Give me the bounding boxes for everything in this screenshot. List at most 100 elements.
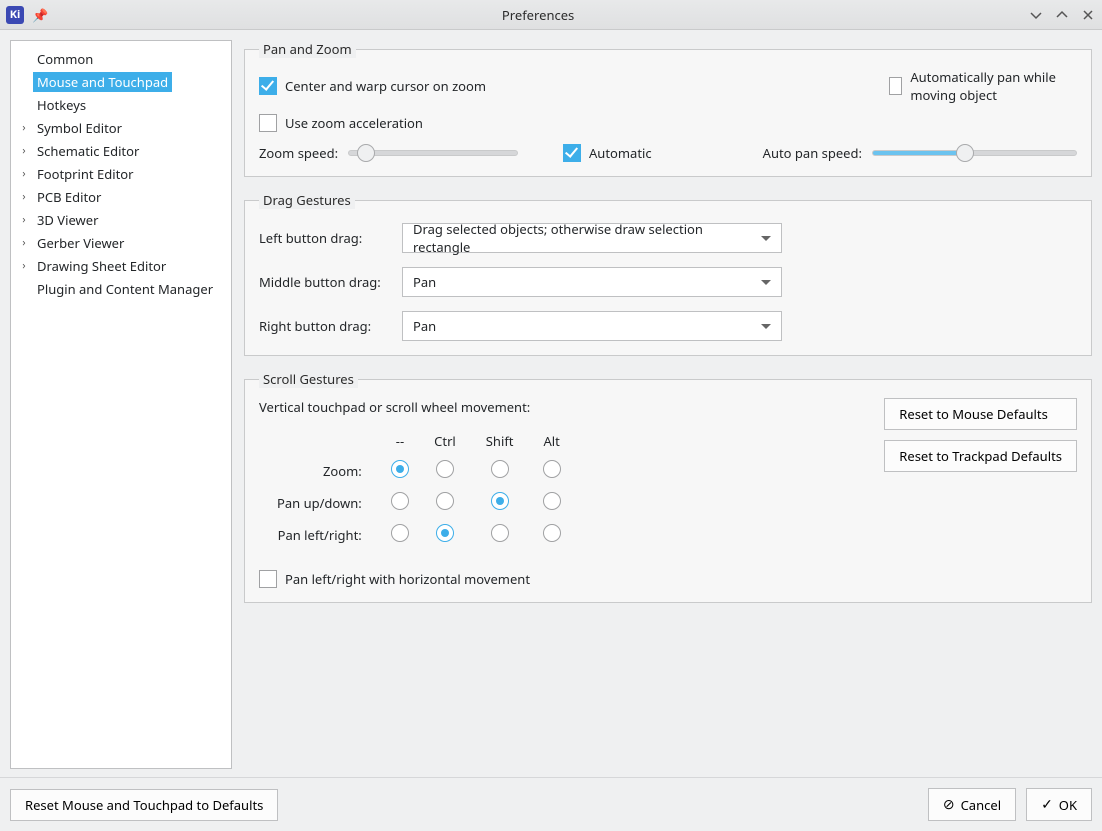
scroll-legend: Scroll Gestures bbox=[259, 370, 358, 388]
zoom-accel-input[interactable] bbox=[259, 114, 277, 132]
scroll-col-header: Alt bbox=[538, 432, 566, 450]
pan-lr-horiz-input[interactable] bbox=[259, 570, 277, 588]
middle-drag-combo[interactable]: Pan bbox=[402, 267, 782, 297]
tree-item-symbol-editor[interactable]: ›Symbol Editor bbox=[11, 116, 231, 139]
chevron-right-icon[interactable]: › bbox=[15, 212, 33, 227]
right-drag-combo[interactable]: Pan bbox=[402, 311, 782, 341]
maximize-icon[interactable] bbox=[1054, 7, 1070, 23]
tree-item-plugin-and-content-manager[interactable]: Plugin and Content Manager bbox=[11, 277, 231, 300]
automatic-label: Automatic bbox=[589, 144, 652, 162]
scroll-row-label: Zoom: bbox=[277, 460, 372, 482]
chevron-right-icon[interactable]: › bbox=[15, 189, 33, 204]
tree-item-label: Hotkeys bbox=[33, 95, 90, 115]
window-title: Preferences bbox=[54, 6, 1022, 24]
panzoom-group: Pan and Zoom Center and warp cursor on z… bbox=[244, 40, 1092, 177]
scroll-table: -- Ctrl Shift Alt Zoom: Pan up/down: Pan left/… bbox=[259, 422, 584, 556]
titlebar: Ki 📌 Preferences bbox=[0, 0, 1102, 30]
zoom-speed-label: Zoom speed: bbox=[259, 144, 338, 162]
tree-item-label: PCB Editor bbox=[33, 187, 105, 207]
app-icon: Ki bbox=[6, 6, 24, 24]
automatic-checkbox[interactable]: Automatic bbox=[563, 144, 652, 162]
auto-pan-move-checkbox[interactable]: Automatically pan while moving object bbox=[889, 68, 1077, 104]
zoom-accel-checkbox[interactable]: Use zoom acceleration bbox=[259, 114, 1077, 132]
automatic-input[interactable] bbox=[563, 144, 581, 162]
auto-pan-move-input[interactable] bbox=[889, 77, 902, 95]
pan-lr-horiz-label: Pan left/right with horizontal movement bbox=[285, 570, 530, 588]
tree-item-label: Schematic Editor bbox=[33, 141, 143, 161]
scroll-radio[interactable] bbox=[436, 460, 454, 478]
drag-legend: Drag Gestures bbox=[259, 191, 355, 209]
tree-item-label: Drawing Sheet Editor bbox=[33, 256, 170, 276]
scroll-radio[interactable] bbox=[543, 492, 561, 510]
tree-item-drawing-sheet-editor[interactable]: ›Drawing Sheet Editor bbox=[11, 254, 231, 277]
scroll-col-header: Ctrl bbox=[428, 432, 462, 450]
cancel-label: Cancel bbox=[961, 796, 1001, 814]
tree-item-hotkeys[interactable]: Hotkeys bbox=[11, 93, 231, 116]
scroll-row-label: Pan up/down: bbox=[277, 492, 372, 514]
tree-item-3d-viewer[interactable]: ›3D Viewer bbox=[11, 208, 231, 231]
close-icon[interactable] bbox=[1080, 7, 1096, 23]
left-drag-combo[interactable]: Drag selected objects; otherwise draw se… bbox=[402, 223, 782, 253]
auto-pan-move-label: Automatically pan while moving object bbox=[910, 68, 1077, 104]
scroll-radio[interactable] bbox=[391, 492, 409, 510]
ok-button[interactable]: OK bbox=[1026, 788, 1092, 821]
middle-drag-label: Middle button drag: bbox=[259, 273, 394, 291]
auto-pan-speed-slider[interactable] bbox=[872, 150, 1077, 156]
tree-item-pcb-editor[interactable]: ›PCB Editor bbox=[11, 185, 231, 208]
auto-pan-speed-label: Auto pan speed: bbox=[763, 144, 862, 162]
scroll-radio[interactable] bbox=[391, 524, 409, 542]
scroll-radio[interactable] bbox=[543, 524, 561, 542]
chevron-right-icon[interactable]: › bbox=[15, 258, 33, 273]
tree-item-common[interactable]: Common bbox=[11, 47, 231, 70]
scroll-radio[interactable] bbox=[491, 524, 509, 542]
pan-lr-horiz-checkbox[interactable]: Pan left/right with horizontal movement bbox=[259, 570, 584, 588]
dialog-footer: Reset Mouse and Touchpad to Defaults Can… bbox=[0, 777, 1102, 831]
preferences-tree[interactable]: CommonMouse and TouchpadHotkeys›Symbol E… bbox=[10, 40, 232, 769]
center-warp-input[interactable] bbox=[259, 77, 277, 95]
scroll-radio[interactable] bbox=[436, 524, 454, 542]
cancel-icon bbox=[943, 795, 955, 814]
reset-mouse-label: Reset to Mouse Defaults bbox=[899, 405, 1048, 423]
center-warp-checkbox[interactable]: Center and warp cursor on zoom bbox=[259, 68, 699, 104]
scroll-radio[interactable] bbox=[491, 492, 509, 510]
tree-item-label: Mouse and Touchpad bbox=[33, 72, 172, 92]
scroll-radio[interactable] bbox=[436, 492, 454, 510]
tree-item-mouse-and-touchpad[interactable]: Mouse and Touchpad bbox=[11, 70, 231, 93]
tree-item-label: 3D Viewer bbox=[33, 210, 102, 230]
minimize-icon[interactable] bbox=[1028, 7, 1044, 23]
reset-trackpad-button[interactable]: Reset to Trackpad Defaults bbox=[884, 440, 1077, 472]
chevron-right-icon[interactable]: › bbox=[15, 166, 33, 181]
chevron-right-icon[interactable]: › bbox=[15, 235, 33, 250]
middle-drag-value: Pan bbox=[413, 273, 436, 291]
chevron-right-icon[interactable]: › bbox=[15, 120, 33, 135]
tree-item-label: Plugin and Content Manager bbox=[33, 279, 217, 299]
reset-defaults-label: Reset Mouse and Touchpad to Defaults bbox=[25, 796, 263, 814]
ok-label: OK bbox=[1059, 796, 1077, 814]
zoom-speed-slider[interactable] bbox=[348, 150, 518, 156]
chevron-right-icon[interactable]: › bbox=[15, 143, 33, 158]
scroll-row-label: Pan left/right: bbox=[277, 524, 372, 546]
drag-group: Drag Gestures Left button drag: Drag sel… bbox=[244, 191, 1092, 356]
scroll-col-header: Shift bbox=[480, 432, 520, 450]
zoom-accel-label: Use zoom acceleration bbox=[285, 114, 423, 132]
tree-item-footprint-editor[interactable]: ›Footprint Editor bbox=[11, 162, 231, 185]
pin-icon[interactable]: 📌 bbox=[32, 6, 48, 24]
check-icon bbox=[1041, 795, 1053, 814]
left-drag-label: Left button drag: bbox=[259, 229, 394, 247]
scroll-group: Scroll Gestures Vertical touchpad or scr… bbox=[244, 370, 1092, 603]
scroll-radio[interactable] bbox=[491, 460, 509, 478]
reset-defaults-button[interactable]: Reset Mouse and Touchpad to Defaults bbox=[10, 789, 278, 821]
scroll-heading: Vertical touchpad or scroll wheel moveme… bbox=[259, 398, 584, 416]
tree-item-label: Gerber Viewer bbox=[33, 233, 128, 253]
tree-item-schematic-editor[interactable]: ›Schematic Editor bbox=[11, 139, 231, 162]
panzoom-legend: Pan and Zoom bbox=[259, 40, 356, 58]
scroll-radio[interactable] bbox=[391, 460, 409, 478]
scroll-radio[interactable] bbox=[543, 460, 561, 478]
right-drag-value: Pan bbox=[413, 317, 436, 335]
reset-mouse-button[interactable]: Reset to Mouse Defaults bbox=[884, 398, 1077, 430]
scroll-col-header: -- bbox=[390, 432, 410, 450]
center-warp-label: Center and warp cursor on zoom bbox=[285, 77, 486, 95]
tree-item-label: Symbol Editor bbox=[33, 118, 126, 138]
tree-item-gerber-viewer[interactable]: ›Gerber Viewer bbox=[11, 231, 231, 254]
cancel-button[interactable]: Cancel bbox=[928, 788, 1016, 821]
